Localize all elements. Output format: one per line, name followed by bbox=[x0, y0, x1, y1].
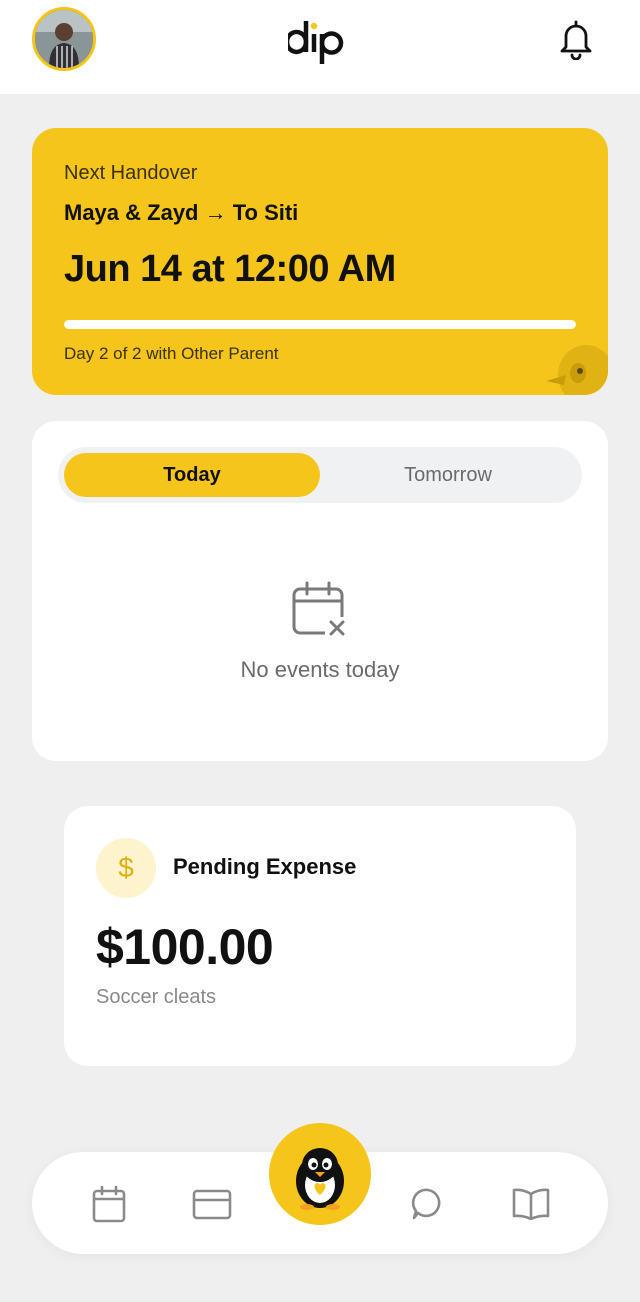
day-segmented-control: Today Tomorrow bbox=[58, 447, 582, 503]
dollar-icon: $ bbox=[96, 838, 156, 898]
chat-icon[interactable] bbox=[408, 1184, 448, 1224]
calendar-icon[interactable] bbox=[89, 1184, 129, 1224]
next-handover-card[interactable]: Next Handover Maya & Zayd → To Siti Jun … bbox=[32, 128, 608, 395]
top-bar: dip bbox=[0, 0, 640, 94]
book-icon[interactable] bbox=[511, 1184, 551, 1224]
bird-mascot-icon bbox=[544, 333, 608, 395]
bell-icon[interactable] bbox=[556, 18, 596, 61]
expense-title: Pending Expense bbox=[173, 854, 357, 879]
tab-today[interactable]: Today bbox=[64, 453, 320, 497]
expense-amount: $100.00 bbox=[96, 919, 274, 975]
app-logo: dip bbox=[284, 12, 352, 72]
tab-tomorrow[interactable]: Tomorrow bbox=[320, 453, 576, 497]
pending-expense-card[interactable]: $ Pending Expense $100.00 Soccer cleats bbox=[64, 806, 576, 1066]
handover-children: Maya & Zayd → To Siti bbox=[64, 200, 299, 225]
expense-description: Soccer cleats bbox=[96, 986, 217, 1008]
handover-progress-bar bbox=[64, 320, 576, 329]
events-card: Today Tomorrow No events today bbox=[32, 421, 608, 761]
handover-label: Next Handover bbox=[64, 162, 198, 184]
handover-time: Jun 14 at 12:00 AM bbox=[64, 248, 396, 290]
user-avatar[interactable] bbox=[32, 7, 96, 71]
penguin-icon bbox=[296, 1148, 344, 1210]
calendar-x-icon bbox=[291, 581, 351, 641]
card-icon[interactable] bbox=[192, 1184, 232, 1224]
penguin-home-button[interactable] bbox=[269, 1123, 371, 1225]
handover-day-text: Day 2 of 2 with Other Parent bbox=[64, 344, 279, 363]
no-events-text: No events today bbox=[240, 657, 400, 682]
